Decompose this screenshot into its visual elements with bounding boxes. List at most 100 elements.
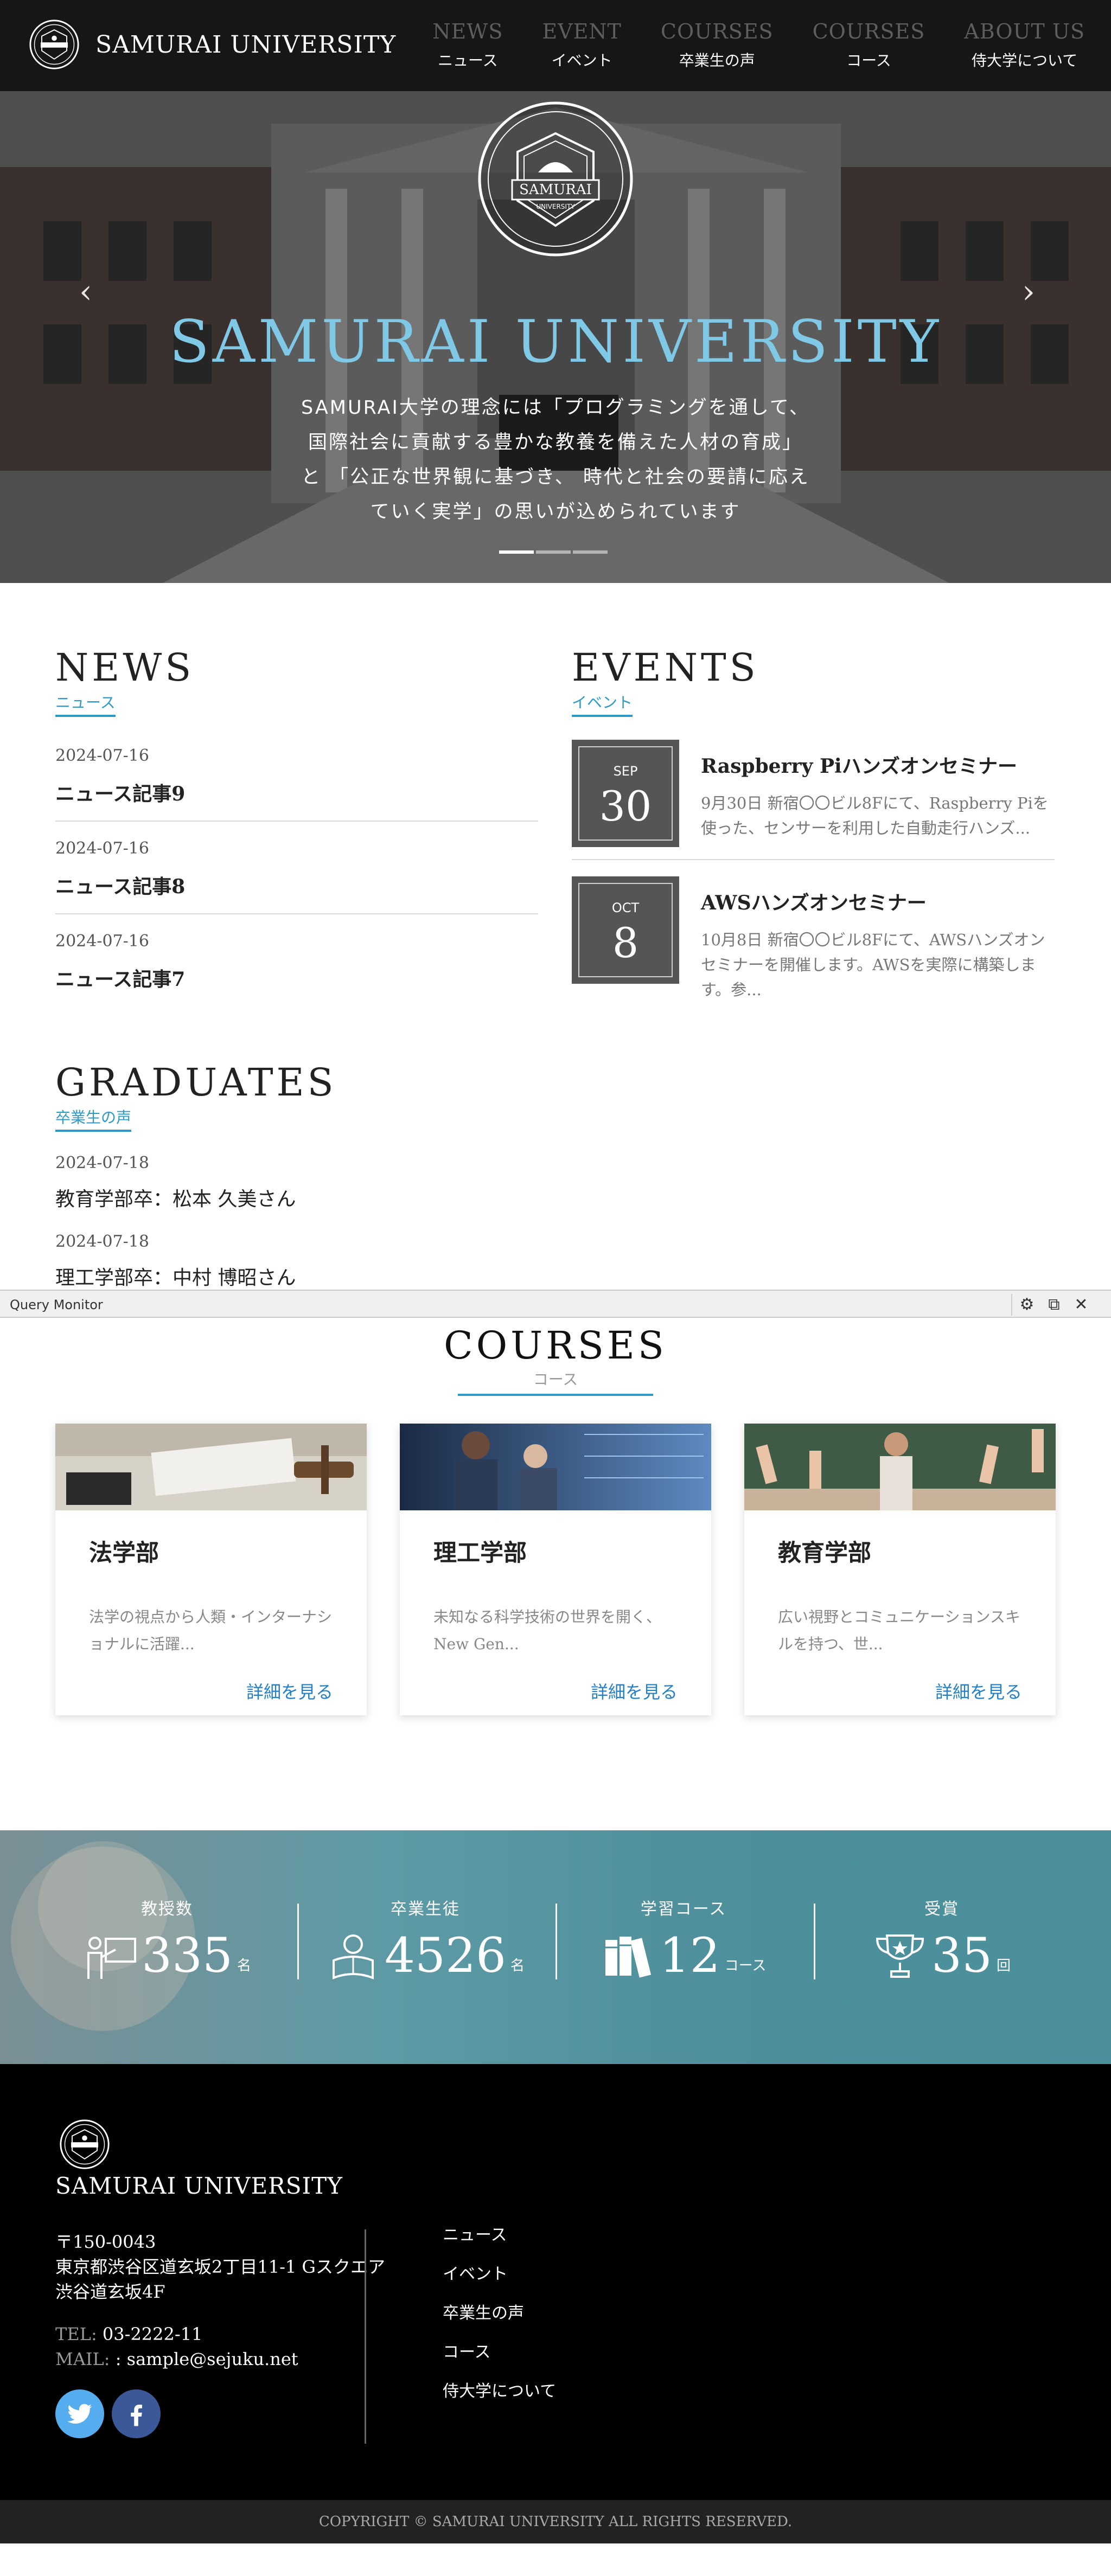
footer-nav-news[interactable]: ニュース — [443, 2221, 556, 2245]
gear-icon[interactable]: ⚙ — [1013, 1295, 1040, 1315]
mail-label: MAIL: — [55, 2349, 116, 2369]
footer-contact: TEL: 03-2222-11 MAIL: : sample@sejuku.ne… — [55, 2322, 298, 2372]
news-item[interactable]: 2024-07-16 ニュース記事9 — [55, 729, 538, 822]
hero-line: SAMURAI大学の理念には「プログラミングを通して、 — [301, 397, 810, 419]
courses-header: COURSES コース — [0, 1323, 1111, 1396]
nav-item-news[interactable]: NEWS ニュース — [432, 20, 503, 71]
query-monitor-title: Query Monitor — [10, 1297, 103, 1312]
event-description: 10月8日 新宿〇〇ビル8Fにて、AWSハンズオンセミナーを開催します。AWSを… — [701, 931, 1045, 999]
section-subtitle: コース — [458, 1368, 653, 1396]
social-links — [55, 2389, 168, 2438]
student-reading-icon — [333, 1934, 374, 1979]
nav-item-about[interactable]: ABOUT US 侍大学について — [964, 20, 1085, 71]
event-title[interactable]: AWSハンズオンセミナー — [701, 887, 1055, 915]
event-month: OCT — [611, 900, 640, 915]
nav-item-graduates[interactable]: COURSES 卒業生の声 — [661, 20, 774, 71]
news-item[interactable]: 2024-07-16 ニュース記事7 — [55, 914, 538, 1006]
address-line: 東京都渋谷区道玄坂2丁目11-1 Gスクエア — [55, 2257, 385, 2277]
footer-nav-courses[interactable]: コース — [443, 2338, 556, 2362]
stat-unit: コース — [724, 1958, 767, 1974]
news-section: NEWS ニュース 2024-07-16 ニュース記事9 2024-07-16 … — [55, 645, 538, 1006]
event-date-badge: SEP 30 — [572, 740, 679, 847]
graduate-title[interactable]: 教育学部卒：松本 久美さん — [55, 1183, 544, 1212]
section-subtitle: ニュース — [55, 691, 116, 717]
nav-item-event[interactable]: EVENT イベント — [542, 20, 622, 71]
tel-value[interactable]: 03-2222-11 — [103, 2324, 203, 2344]
section-subtitle: イベント — [572, 691, 633, 717]
event-day: 30 — [599, 782, 652, 830]
stat-label: 学習コース — [640, 1900, 727, 1919]
event-item[interactable]: SEP 30 Raspberry Piハンズオンセミナー 9月30日 新宿〇〇ビ… — [572, 723, 1055, 860]
news-title[interactable]: ニュース記事7 — [55, 964, 538, 992]
nav-item-label-ja: イベント — [551, 52, 612, 69]
science-course-image — [400, 1424, 711, 1510]
divider — [365, 2229, 366, 2444]
event-item[interactable]: OCT 8 AWSハンズオンセミナー 10月8日 新宿〇〇ビル8Fにて、AWSハ… — [572, 860, 1055, 1014]
hero-title: SAMURAI UNIVERSITY — [169, 308, 942, 376]
education-course-image — [744, 1424, 1056, 1510]
slider-dot-2[interactable] — [536, 550, 571, 554]
news-date: 2024-07-16 — [55, 746, 149, 765]
facebook-icon[interactable] — [112, 2389, 161, 2438]
stat-graduates: 卒業生徒 4526 名 — [296, 1895, 554, 1980]
twitter-icon[interactable] — [55, 2389, 104, 2438]
news-item[interactable]: 2024-07-16 ニュース記事8 — [55, 822, 538, 914]
footer-nav-graduates[interactable]: 卒業生の声 — [443, 2299, 556, 2323]
graduate-title[interactable]: 理工学部卒：中村 博昭さん — [55, 1262, 544, 1290]
hero-emblem-text: SAMURAI — [519, 182, 592, 198]
hero-emblem-subtext: UNIVERSITY — [536, 203, 575, 210]
site-title: SAMURAI UNIVERSITY — [95, 30, 397, 59]
stat-unit: 回 — [996, 1958, 1011, 1974]
hero-description: SAMURAI大学の理念には「プログラミングを通して、 国際社会に貢献する豊かな… — [0, 390, 1111, 529]
course-details-link[interactable]: 詳細を見る — [591, 1678, 678, 1703]
section-title: GRADUATES — [55, 1060, 337, 1105]
nav-item-label-ja: ニュース — [438, 52, 498, 69]
course-card-law[interactable]: 法学部 法学の視点から人類・インターナショナルに活躍... 詳細を見る — [55, 1424, 367, 1715]
course-card-education[interactable]: 教育学部 広い視野とコミュニケーションスキルを持つ、世... 詳細を見る — [744, 1424, 1056, 1715]
postal-code: 〒150-0043 — [55, 2232, 156, 2252]
stat-courses: 学習コース 12 コース — [554, 1895, 813, 1980]
university-emblem-icon[interactable] — [59, 2118, 111, 2170]
footer-nav-event[interactable]: イベント — [443, 2260, 556, 2284]
law-course-image — [55, 1424, 367, 1510]
chevron-left-icon[interactable]: ‹ — [69, 270, 102, 313]
mail-value[interactable]: : sample@sejuku.net — [116, 2349, 298, 2369]
close-icon[interactable]: ✕ — [1068, 1295, 1095, 1315]
event-date-badge: OCT 8 — [572, 876, 679, 984]
hero-slider: SAMURAI UNIVERSITY SAMURAI UNIVERSITY SA… — [0, 91, 1111, 583]
stat-awards: 受賞 35 回 — [813, 1895, 1071, 1980]
course-card-science[interactable]: 理工学部 未知なる科学技術の世界を開く、New Gen... 詳細を見る — [400, 1424, 711, 1715]
course-details-link[interactable]: 詳細を見る — [246, 1678, 333, 1703]
slider-dot-3[interactable] — [573, 550, 608, 554]
graduates-section: GRADUATES 卒業生の声 2024-07-18 教育学部卒：松本 久美さん… — [55, 1060, 544, 1290]
event-month: SEP — [613, 764, 638, 779]
course-title: 教育学部 — [778, 1540, 871, 1567]
slider-dots — [499, 550, 610, 554]
site-header: SAMURAI UNIVERSITY NEWS ニュース EVENT イベント … — [0, 0, 1111, 91]
nav-item-label-en: ABOUT US — [964, 20, 1085, 43]
footer-nav-about[interactable]: 侍大学について — [443, 2378, 556, 2401]
site-logo[interactable]: SAMURAI UNIVERSITY — [28, 18, 396, 71]
nav-item-courses[interactable]: COURSES コース — [813, 20, 925, 71]
chevron-right-icon[interactable]: › — [1012, 270, 1045, 313]
stat-unit: 名 — [237, 1958, 251, 1974]
nav-item-label-en: NEWS — [432, 20, 503, 43]
news-title[interactable]: ニュース記事8 — [55, 871, 538, 899]
graduate-date: 2024-07-18 — [55, 1232, 149, 1251]
news-title[interactable]: ニュース記事9 — [55, 778, 538, 806]
section-title: NEWS — [55, 645, 195, 690]
stat-label: 受賞 — [924, 1900, 959, 1919]
events-section: EVENTS イベント SEP 30 Raspberry Piハンズオンセミナー… — [572, 645, 1055, 1014]
footer-nav: ニュース イベント 卒業生の声 コース 侍大学について — [443, 2221, 556, 2417]
address-line: 渋谷道玄坂4F — [55, 2282, 165, 2302]
stats-section: 教授数 335 名 卒業生徒 4526 名 学習コース 12 コース 受賞 35… — [0, 1830, 1111, 2064]
nav-item-label-en: EVENT — [542, 20, 622, 43]
course-details-link[interactable]: 詳細を見る — [935, 1678, 1022, 1703]
slider-dot-1[interactable] — [499, 550, 534, 554]
event-title[interactable]: Raspberry Piハンズオンセミナー — [701, 751, 1055, 779]
hero-line: と 「公正な世界観に基づき、 時代と社会の要請に応え — [301, 466, 810, 488]
nav-item-label-ja: コース — [846, 52, 891, 69]
popout-icon[interactable]: ⧉ — [1040, 1295, 1068, 1315]
news-date: 2024-07-16 — [55, 839, 149, 858]
stat-professors: 教授数 335 名 — [38, 1895, 296, 1980]
